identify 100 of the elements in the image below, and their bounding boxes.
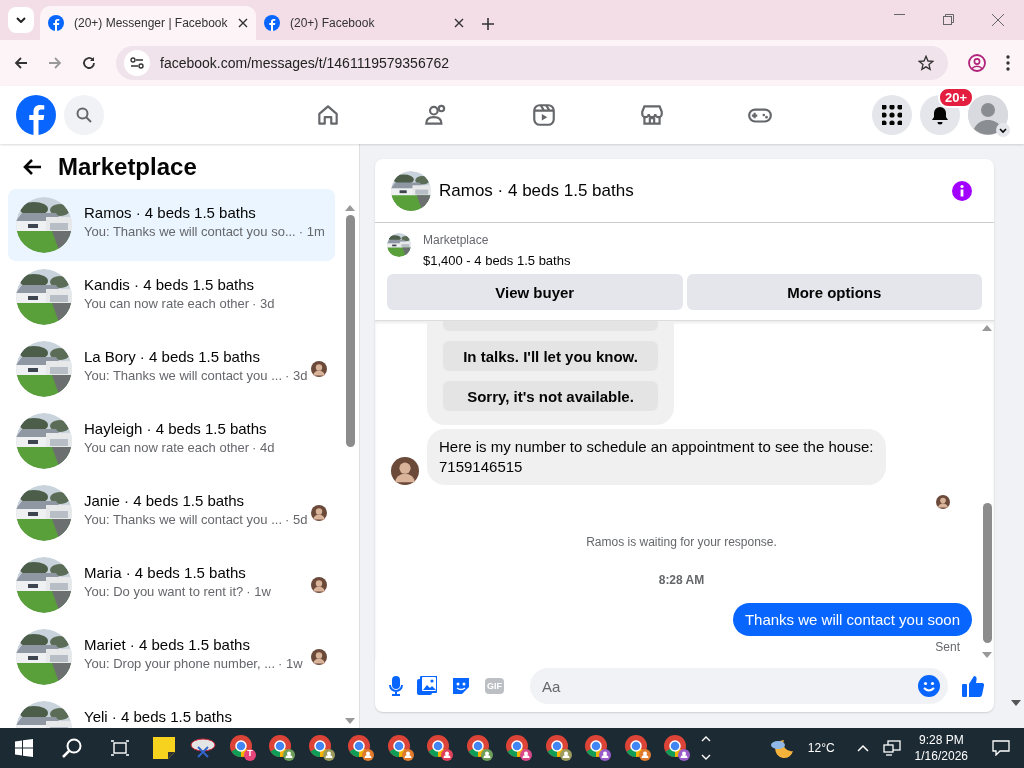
search-icon[interactable] <box>62 738 82 758</box>
home-icon <box>315 102 341 128</box>
message-preview: You can now rate each other <box>84 440 250 456</box>
browser-icon[interactable] <box>426 734 455 762</box>
avatar-icon <box>311 361 327 377</box>
chat-title: Ramos · 4 beds 1.5 baths <box>439 182 635 199</box>
scroll-down-icon[interactable] <box>345 718 355 724</box>
video-icon <box>531 102 557 128</box>
timestamp: · 5d <box>285 512 308 528</box>
scroll-down-icon[interactable] <box>1011 700 1021 706</box>
quick-reply-option[interactable]: Sorry, it's not available. <box>443 381 658 411</box>
browser-icon[interactable] <box>505 734 534 762</box>
browser-icon[interactable] <box>544 734 573 762</box>
minimize-icon[interactable] <box>894 14 905 16</box>
scrollbar-thumb[interactable] <box>982 503 992 643</box>
timestamp: · 3d <box>252 296 275 312</box>
tab-title: (20+) Messenger | Facebook <box>74 16 228 30</box>
close-icon[interactable] <box>454 18 464 28</box>
conversation-item[interactable]: Hayleigh · 4 beds 1.5 baths You can now rate each other · 4d <box>8 405 335 477</box>
back-icon[interactable] <box>14 56 28 70</box>
scroll-up-icon[interactable] <box>982 325 992 331</box>
facebook-logo[interactable] <box>16 95 56 135</box>
browser-icon[interactable] <box>347 734 376 762</box>
conversation-item[interactable]: La Bory · 4 beds 1.5 baths You: Thanks we will contact you ... · 3d <box>8 333 335 405</box>
action-button[interactable]: More options <box>686 274 982 310</box>
chevron-up-icon[interactable] <box>856 744 869 752</box>
timestamp: · 1w <box>278 656 303 672</box>
quick-reply-option[interactable]: In talks. I'll let you know. <box>443 341 658 371</box>
menu-icon[interactable] <box>1006 55 1010 71</box>
back-arrow-icon[interactable] <box>22 157 42 176</box>
browser-icon[interactable] <box>307 734 336 762</box>
message-preview: You: Drop your phone number, ... <box>84 656 276 672</box>
browser-icon[interactable] <box>268 734 297 762</box>
browser-icon[interactable] <box>465 734 494 762</box>
info-icon[interactable] <box>952 180 972 201</box>
forward-icon[interactable] <box>48 56 62 70</box>
conversation-item[interactable]: Mariet · 4 beds 1.5 baths You: Drop your phone number, ... · 1w <box>8 621 335 693</box>
browser-tab[interactable]: (20+) Facebook <box>256 6 472 40</box>
search-button[interactable] <box>64 95 104 135</box>
tab-list-button[interactable] <box>8 7 34 33</box>
avatar-icon <box>311 505 327 521</box>
url-text: facebook.com/messages/t/1461119579356762 <box>160 55 451 71</box>
conversation-item[interactable]: Kandis · 4 beds 1.5 baths You can now rate each other · 3d <box>8 261 335 333</box>
address-bar[interactable]: facebook.com/messages/t/1461119579356762 <box>116 46 948 80</box>
conversation-title: Mariet · 4 beds 1.5 baths <box>84 636 251 653</box>
status-text: Ramos is waiting for your response. <box>585 535 778 549</box>
moon-cloud-icon <box>769 737 794 759</box>
scrollbar-thumb[interactable] <box>345 215 355 447</box>
facebook-icon <box>48 15 64 31</box>
avatar-icon <box>968 95 1008 135</box>
tab-title: (20+) Facebook <box>290 16 376 30</box>
network-icon[interactable] <box>882 740 901 756</box>
windows-icon[interactable] <box>15 739 33 757</box>
thumbs-up-icon[interactable] <box>962 675 984 697</box>
browser-icon[interactable] <box>386 734 415 762</box>
star-icon[interactable] <box>918 55 934 71</box>
message-bubble: Here is my number to schedule an appointment to see the house: 7159146515 <box>427 429 886 485</box>
message-preview: You can now rate each other <box>84 296 250 312</box>
conversation-item[interactable]: Maria · 4 beds 1.5 baths You: Do you want to rent it? · 1w <box>8 549 335 621</box>
reload-icon[interactable] <box>82 56 96 70</box>
new-tab-icon[interactable] <box>482 18 494 30</box>
profile-initial: T <box>246 748 254 758</box>
scroll-up-icon[interactable] <box>345 205 355 211</box>
close-icon[interactable] <box>238 18 248 28</box>
restore-icon[interactable] <box>943 14 954 25</box>
browser-tab[interactable]: (20+) Messenger | Facebook <box>40 6 256 40</box>
emoji-icon[interactable] <box>918 675 940 697</box>
conversation-item[interactable]: Janie · 4 beds 1.5 baths You: Thanks we will contact you ... · 5d <box>8 477 335 549</box>
notifications-icon[interactable] <box>992 740 1010 756</box>
menu-button[interactable] <box>872 95 912 135</box>
microphone-icon[interactable] <box>389 676 403 696</box>
sticky-note-icon[interactable] <box>152 737 175 759</box>
grid-icon <box>882 105 902 125</box>
sticker-icon[interactable] <box>451 676 471 696</box>
account-button[interactable] <box>968 95 1008 135</box>
avatar-icon <box>391 457 419 485</box>
browser-icon[interactable] <box>228 734 257 762</box>
profile-icon[interactable] <box>968 54 986 72</box>
action-button[interactable]: View buyer <box>387 274 683 310</box>
browser-icon[interactable] <box>584 734 613 762</box>
message-field[interactable]: Aa <box>530 668 948 704</box>
conversation-item[interactable]: Ramos · 4 beds 1.5 baths You: Thanks we will contact you so... · 1m <box>8 189 335 261</box>
avatar-icon <box>311 577 327 593</box>
message-preview: You: Thanks we will contact you so... <box>84 224 296 240</box>
image-icon[interactable] <box>417 676 437 696</box>
conversation-title: Ramos · 4 beds 1.5 baths <box>84 204 257 221</box>
scissors-icon[interactable] <box>190 737 217 759</box>
store-icon <box>639 102 665 128</box>
conversation-title: La Bory · 4 beds 1.5 baths <box>84 348 261 365</box>
task-view-icon[interactable] <box>111 740 129 756</box>
browser-icon[interactable] <box>663 734 692 762</box>
scroll-down-icon[interactable] <box>982 652 992 658</box>
timestamp: · 1w <box>246 584 271 600</box>
message-time: 8:28 AM <box>657 573 706 587</box>
browser-icon[interactable] <box>623 734 652 762</box>
search-icon <box>76 107 92 123</box>
site-settings-icon[interactable] <box>124 50 150 76</box>
bell-icon <box>930 105 950 125</box>
message-preview: You: Do you want to rent it? <box>84 584 244 600</box>
page-title: Marketplace <box>58 152 197 181</box>
